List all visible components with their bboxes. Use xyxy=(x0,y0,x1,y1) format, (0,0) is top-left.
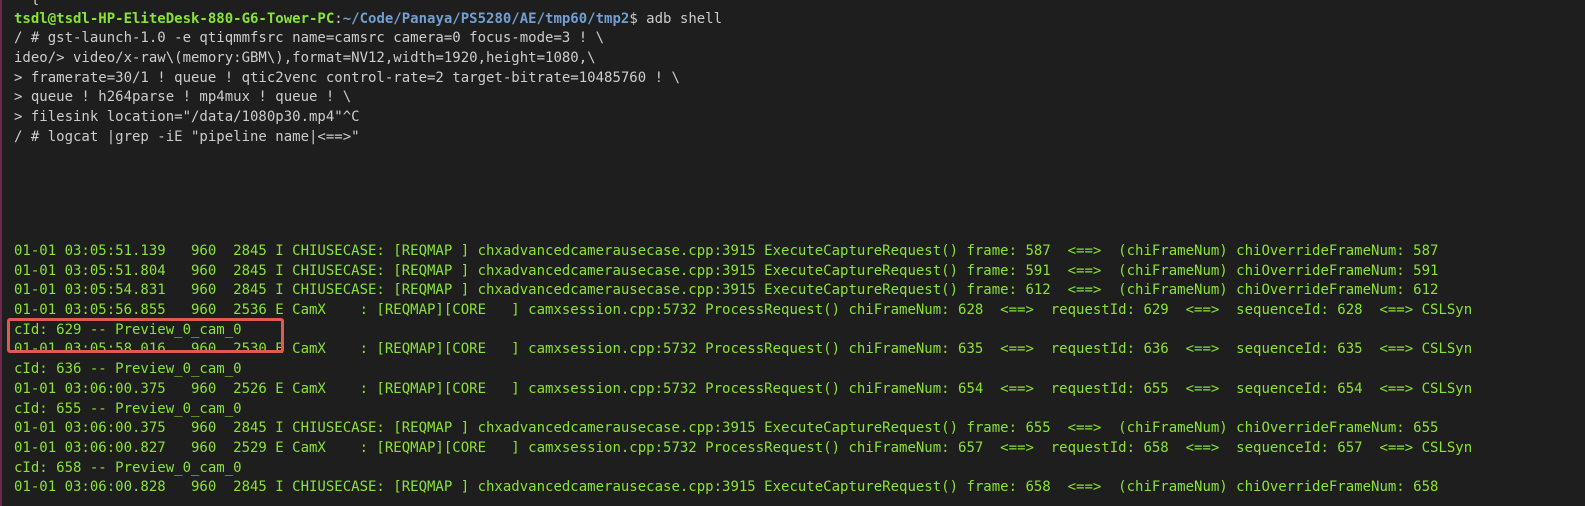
command-line: > filesink location="/data/1080p30.mp4"^… xyxy=(14,109,360,126)
window-left-edge xyxy=(0,0,2,506)
terminal-output[interactable]: { tsdl@tsdl-HP-EliteDesk-880-G6-Tower-PC… xyxy=(14,0,1585,506)
log-line-highlighted: cId: 629 -- Preview_0_cam_0 xyxy=(14,321,242,338)
command-line: > queue ! h264parse ! mp4mux ! queue ! \ xyxy=(14,89,352,106)
prompt-user-host: tsdl@tsdl-HP-EliteDesk-880-G6-Tower-PC xyxy=(14,10,335,27)
log-line: 01-01 03:06:00.828 960 2845 I CHIUSECASE… xyxy=(14,479,1439,496)
log-line: 01-01 03:06:00.827 960 2529 E CamX : [RE… xyxy=(14,439,1473,456)
command-line: / # logcat |grep -iE "pipeline name|<==>… xyxy=(14,128,360,145)
log-line: cId: 655 -- Preview_0_cam_0 xyxy=(14,400,242,417)
log-line: 01-01 03:06:00.375 960 2526 E CamX : [RE… xyxy=(14,380,1473,397)
prompt-command: $ adb shell xyxy=(629,10,723,27)
command-line: > framerate=30/1 ! queue ! qtic2venc con… xyxy=(14,69,680,86)
command-line: / # gst-launch-1.0 -e qtiqmmfsrc name=ca… xyxy=(14,30,605,47)
log-line: 01-01 03:05:54.831 960 2845 I CHIUSECASE… xyxy=(14,282,1439,299)
shell-prompt-line: tsdl@tsdl-HP-EliteDesk-880-G6-Tower-PC:~… xyxy=(14,10,1585,30)
log-line: 01-01 03:06:00.375 960 2845 I CHIUSECASE… xyxy=(14,420,1439,437)
log-line: cId: 658 -- Preview_0_cam_0 xyxy=(14,459,242,476)
command-line: ideo/> video/x-raw\(memory:GBM\),format=… xyxy=(14,50,596,67)
partial-line: { xyxy=(14,0,1585,10)
prompt-colon: : xyxy=(334,10,343,27)
prompt-path: ~/Code/Panaya/PS5280/AE/tmp60/tmp2 xyxy=(342,10,630,27)
log-line: 01-01 03:05:56.855 960 2536 E CamX : [RE… xyxy=(14,302,1473,319)
log-line: 01-01 03:05:58.016 960 2530 E CamX : [RE… xyxy=(14,341,1473,358)
log-line: cId: 636 -- Preview_0_cam_0 xyxy=(14,361,242,378)
log-line: 01-01 03:05:51.139 960 2845 I CHIUSECASE… xyxy=(14,243,1439,259)
blank-output-area xyxy=(14,148,1585,243)
log-line: 01-01 03:05:51.804 960 2845 I CHIUSECASE… xyxy=(14,262,1439,279)
